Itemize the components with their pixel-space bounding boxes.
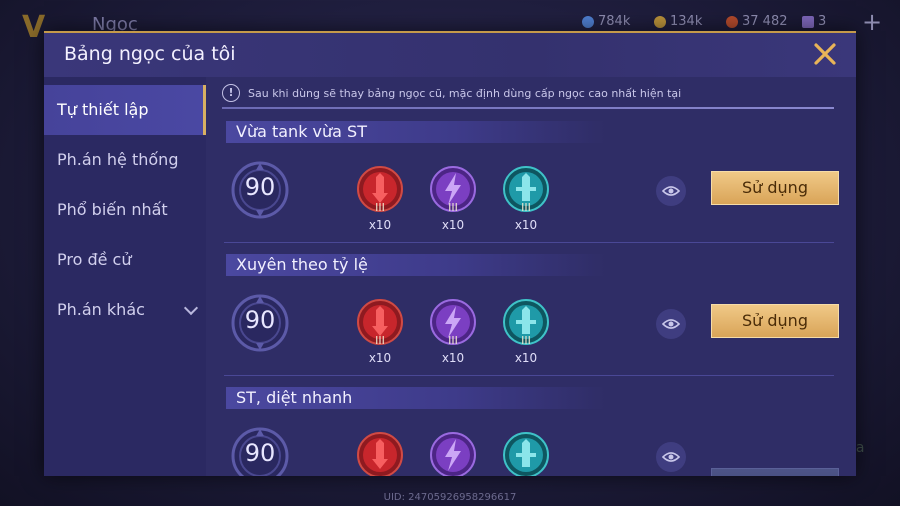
sidebar-item-pro[interactable]: Pro đề cử (44, 235, 206, 285)
modal-header: Bảng ngọc của tôi (44, 33, 856, 77)
sidebar-item-popular[interactable]: Phổ biến nhất (44, 185, 206, 235)
sidebar-item-other[interactable]: Ph.án khác (44, 285, 206, 335)
divider (224, 242, 834, 243)
preview-button[interactable] (656, 176, 686, 206)
rune-page-modal: Bảng ngọc của tôi Tự thiết lập Ph.án hệ … (44, 31, 856, 476)
resource-ruby: 37 482 (726, 14, 788, 29)
resource-gold: 134k (654, 14, 702, 29)
sidebar: Tự thiết lập Ph.án hệ thống Phổ biến nhấ… (44, 77, 206, 476)
close-icon (814, 43, 836, 65)
use-button[interactable]: Sử dụng (711, 304, 839, 338)
ruby-icon (726, 15, 738, 28)
voucher-icon (802, 15, 814, 28)
level-number: 90 (244, 306, 276, 334)
level-number: 90 (244, 173, 276, 201)
eye-icon (662, 319, 680, 329)
rune-set-card: Xuyên theo tỷ lệ 90 III x10 III x10 III … (214, 254, 856, 387)
gem-count: x10 (514, 218, 538, 232)
teal-rune-icon[interactable] (502, 431, 550, 476)
close-button[interactable] (810, 39, 840, 69)
rune-set-card: Vừa tank vừa ST 90 III x10 III x10 III x… (214, 121, 856, 254)
gem-count: x10 (368, 351, 392, 365)
gem-count: x10 (514, 351, 538, 365)
resource-diamond: 784k (582, 14, 630, 29)
rune-sets-list[interactable]: ! Sau khi dùng sẽ thay bảng ngọc cũ, mặc… (214, 77, 856, 476)
notice-text: Sau khi dùng sẽ thay bảng ngọc cũ, mặc đ… (248, 86, 682, 100)
gem-count: x10 (441, 218, 465, 232)
eye-icon (662, 186, 680, 196)
divider (224, 375, 834, 376)
exclamation-icon: ! (222, 84, 240, 102)
divider (222, 107, 834, 109)
set-name: ST, diệt nhanh (236, 388, 353, 407)
rune-set-card: ST, diệt nhanh 90 (214, 387, 856, 476)
in-use-button[interactable]: Đang dùng (711, 468, 839, 476)
chevron-down-icon (183, 300, 199, 316)
resource-voucher: 3 (802, 14, 826, 29)
level-number: 90 (244, 439, 276, 467)
purple-rune-icon[interactable] (429, 431, 477, 476)
set-name: Vừa tank vừa ST (236, 122, 367, 141)
gold-coin-icon (654, 15, 666, 28)
set-name: Xuyên theo tỷ lệ (236, 255, 368, 274)
sidebar-item-system[interactable]: Ph.án hệ thống (44, 135, 206, 185)
diamond-icon (582, 15, 594, 28)
modal-title: Bảng ngọc của tôi (64, 43, 236, 65)
notice: ! Sau khi dùng sẽ thay bảng ngọc cũ, mặc… (222, 81, 832, 105)
sidebar-item-custom[interactable]: Tự thiết lập (44, 85, 206, 135)
gem-count: x10 (368, 218, 392, 232)
use-button[interactable]: Sử dụng (711, 171, 839, 205)
preview-button[interactable] (656, 442, 686, 472)
add-resource-icon[interactable]: + (862, 8, 882, 36)
preview-button[interactable] (656, 309, 686, 339)
eye-icon (662, 452, 680, 462)
red-rune-icon[interactable] (356, 431, 404, 476)
gem-count: x10 (441, 351, 465, 365)
uid-label: UID: 24705926958296617 (383, 492, 517, 503)
